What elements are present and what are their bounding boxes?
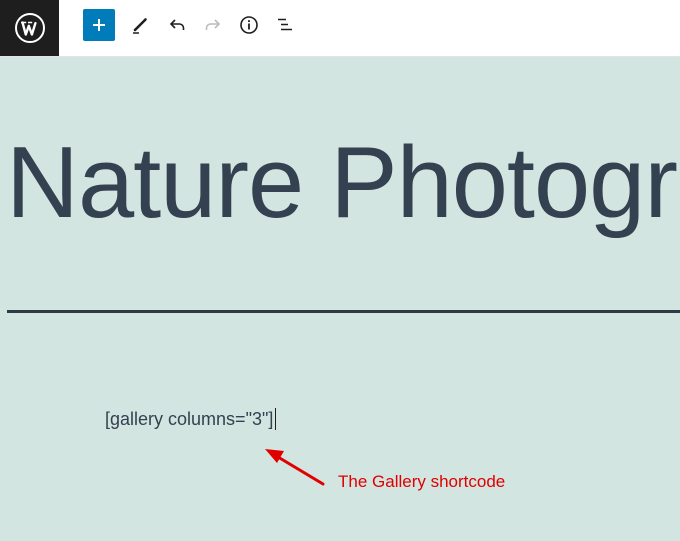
text-cursor — [275, 408, 277, 430]
editor-toolbar — [0, 0, 680, 57]
undo-button[interactable] — [161, 9, 193, 41]
annotation-arrow-icon — [265, 449, 325, 486]
redo-icon — [205, 19, 221, 30]
add-block-button[interactable] — [83, 9, 115, 41]
shortcode-text: [gallery columns="3"] — [105, 409, 274, 429]
shortcode-block[interactable]: [gallery columns="3"] — [105, 408, 277, 430]
post-title[interactable]: Nature Photography — [6, 127, 680, 239]
editor-canvas: Nature Photography [gallery columns="3"] — [0, 57, 680, 541]
details-button[interactable] — [233, 9, 265, 41]
info-icon — [240, 16, 258, 34]
undo-icon — [169, 19, 185, 30]
tools-button[interactable] — [124, 9, 156, 41]
separator-block[interactable] — [7, 310, 680, 313]
pencil-icon — [133, 18, 147, 34]
list-view-button[interactable] — [269, 9, 301, 41]
plus-icon — [93, 19, 105, 31]
annotation-label: The Gallery shortcode — [338, 472, 506, 491]
wordpress-logo-icon[interactable] — [0, 0, 59, 56]
redo-button[interactable] — [197, 9, 229, 41]
list-view-icon — [278, 18, 292, 31]
